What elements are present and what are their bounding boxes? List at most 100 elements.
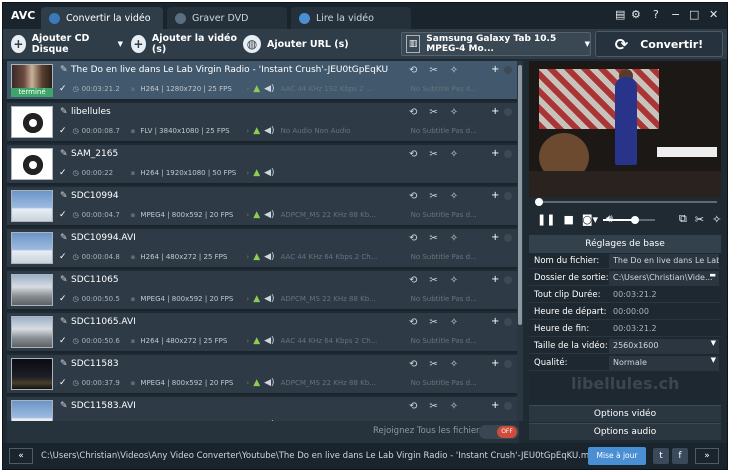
join-toggle[interactable]: OFF [479, 425, 519, 439]
refresh-icon[interactable]: ⟲ [409, 401, 417, 412]
list-scrollbar[interactable] [517, 61, 523, 421]
file-row[interactable]: ✎ SDC11065.AVI ⟲ ✂ ✧ + ✓ ◷ 00:00:50.6 ▪ … [7, 313, 519, 353]
filename-input[interactable]: The Do en live dans Le Lab ... [609, 254, 719, 268]
minimize-icon[interactable]: − [671, 8, 680, 21]
scissors-icon[interactable]: ✂ [429, 401, 437, 412]
close-icon[interactable]: ✕ [709, 8, 718, 21]
scissors-icon[interactable]: ✂ [695, 213, 704, 226]
refresh-icon[interactable]: ⟲ [409, 233, 417, 244]
scissors-icon[interactable]: ✂ [429, 149, 437, 160]
file-row[interactable]: ✎ libellules ⟲ ✂ ✧ + ✓ ◷ 00:00:08.7 ▪ FL… [7, 103, 519, 143]
plus-icon[interactable]: + [491, 316, 499, 327]
pencil-icon[interactable]: ✎ [60, 107, 68, 117]
scissors-icon[interactable]: ✂ [429, 107, 437, 118]
scissors-icon[interactable]: ✂ [429, 233, 437, 244]
tab-play-video[interactable]: Lire la vidéo [291, 7, 411, 29]
effects-icon[interactable]: ✧ [450, 107, 458, 118]
audio-track-select[interactable]: ADPCM_MS 22 KHz 88 Kb... [281, 295, 397, 303]
volume-knob[interactable] [631, 216, 639, 224]
plus-icon[interactable]: + [491, 232, 499, 243]
video-options-button[interactable]: Options vidéo [529, 405, 721, 422]
pencil-icon[interactable]: ✎ [60, 275, 68, 285]
scissors-icon[interactable]: ✂ [429, 191, 437, 202]
convert-button[interactable]: ⟳ Convertir! [595, 31, 723, 57]
scissors-icon[interactable]: ✂ [429, 317, 437, 328]
check-icon[interactable]: ✓ [59, 168, 67, 178]
pencil-icon[interactable]: ✎ [60, 149, 68, 159]
subtitle-select[interactable]: No Subtitle Pas d... [411, 337, 499, 345]
subtitle-select[interactable]: No Subtitle Pas d... [411, 379, 499, 387]
gear-icon[interactable]: ⚙ [631, 8, 641, 21]
check-icon[interactable]: ✓ [59, 126, 67, 136]
add-cd-button[interactable]: + Ajouter CD Disque ▼ [7, 32, 123, 56]
file-row[interactable]: ✎ SDC11583 ⟲ ✂ ✧ + ✓ ◷ 00:00:37.9 ▪ MPEG… [7, 355, 519, 395]
subtitle-select[interactable]: No Subtitle Pas d... [411, 127, 499, 135]
pencil-icon[interactable]: ✎ [60, 233, 68, 243]
video-size-select[interactable]: 2560x1600 [609, 339, 719, 353]
quality-select[interactable]: Normale [609, 356, 719, 370]
effects-icon[interactable]: ✧ [450, 275, 458, 286]
audio-track-select[interactable]: AAC 44 KHz 192 Kbps 2 ... [281, 85, 397, 93]
file-row[interactable]: ✎ SDC11583.AVI ⟲ ✂ ✧ + ✓ ◷ ▪ › ▲ ◀) [7, 397, 519, 421]
tab-convert[interactable]: Convertir la vidéo [41, 7, 163, 29]
audio-track-select[interactable]: AAC 44 KHz 64 Kbps 2 Ch... [281, 253, 397, 261]
plus-icon[interactable]: + [491, 190, 499, 201]
audio-track-select[interactable]: No Audio Non Audio [281, 127, 397, 135]
refresh-icon[interactable]: ⟲ [409, 65, 417, 76]
seek-bar[interactable] [529, 197, 721, 207]
effects-icon[interactable]: ✧ [450, 233, 458, 244]
maximize-icon[interactable]: □ [689, 8, 699, 21]
help-icon[interactable]: ? [653, 8, 659, 21]
audio-track-select[interactable]: ADPCM_MS 22 KHz 88 Kb... [281, 211, 397, 219]
crop-icon[interactable]: ⧉ [679, 212, 687, 226]
collapse-button[interactable]: « [9, 448, 33, 464]
refresh-icon[interactable]: ⟲ [409, 149, 417, 160]
volume-slider[interactable] [603, 216, 655, 224]
output-folder-input[interactable]: C:\Users\Christian\Vide... [609, 271, 719, 285]
facebook-icon[interactable]: f [672, 448, 688, 464]
snapshot-icon[interactable]: ◙▾ [582, 213, 598, 226]
audio-track-select[interactable]: AAC 44 KHz 64 Kbps 2 Ch... [281, 337, 397, 345]
subtitle-select[interactable]: No Subtitle Pas d... [411, 253, 499, 261]
subtitle-select[interactable]: No Subtitle Pas d... [411, 85, 499, 93]
end-time-value[interactable]: 00:03:21.2 [609, 322, 719, 336]
pencil-icon[interactable]: ✎ [60, 359, 68, 369]
effects-icon[interactable]: ✧ [450, 191, 458, 202]
twitter-icon[interactable]: t [653, 448, 669, 464]
effects-icon[interactable]: ✧ [450, 317, 458, 328]
refresh-icon[interactable]: ⟲ [409, 191, 417, 202]
plus-icon[interactable]: + [491, 400, 499, 411]
pencil-icon[interactable]: ✎ [60, 191, 68, 201]
audio-options-button[interactable]: Options audio [529, 423, 721, 440]
file-row[interactable]: terminé ✎ The Do en live dans Le Lab Vir… [7, 61, 519, 101]
check-icon[interactable]: ✓ [59, 294, 67, 304]
check-icon[interactable]: ✓ [59, 252, 67, 262]
check-icon[interactable]: ✓ [59, 378, 67, 388]
audio-track-select[interactable]: ADPCM_MS 22 KHz 88 Kb... [281, 379, 397, 387]
scissors-icon[interactable]: ✂ [429, 359, 437, 370]
effects-icon[interactable]: ✧ [450, 401, 458, 412]
tab-burn-dvd[interactable]: Graver DVD [167, 7, 287, 29]
file-row[interactable]: ✎ SDC10994 ⟲ ✂ ✧ + ✓ ◷ 00:00:04.7 ▪ MPEG… [7, 187, 519, 227]
plus-icon[interactable]: + [491, 274, 499, 285]
scissors-icon[interactable]: ✂ [429, 65, 437, 76]
pencil-icon[interactable]: ✎ [60, 317, 68, 327]
settings-header[interactable]: Réglages de base [529, 235, 721, 253]
effects-icon[interactable]: ✧ [712, 213, 721, 226]
plus-icon[interactable]: + [491, 64, 499, 75]
subtitle-select[interactable]: No Subtitle Pas d... [411, 211, 499, 219]
folder-icon[interactable]: ▬ [709, 271, 716, 279]
plus-icon[interactable]: + [491, 106, 499, 117]
subtitle-select[interactable]: No Subtitle Pas d... [411, 295, 499, 303]
video-preview[interactable] [529, 61, 721, 197]
plus-icon[interactable]: + [491, 358, 499, 369]
refresh-icon[interactable]: ⟲ [409, 107, 417, 118]
check-icon[interactable]: ✓ [59, 84, 67, 94]
plus-icon[interactable]: + [491, 148, 499, 159]
effects-icon[interactable]: ✧ [450, 359, 458, 370]
pause-icon[interactable]: ❚❚ [537, 213, 555, 226]
file-row[interactable]: ✎ SDC10994.AVI ⟲ ✂ ✧ + ✓ ◷ 00:00:04.8 ▪ … [7, 229, 519, 269]
refresh-icon[interactable]: ⟲ [409, 317, 417, 328]
add-video-button[interactable]: + Ajouter la vidéo (s) [127, 32, 237, 56]
chevron-down-icon[interactable]: ▼ [118, 40, 123, 48]
